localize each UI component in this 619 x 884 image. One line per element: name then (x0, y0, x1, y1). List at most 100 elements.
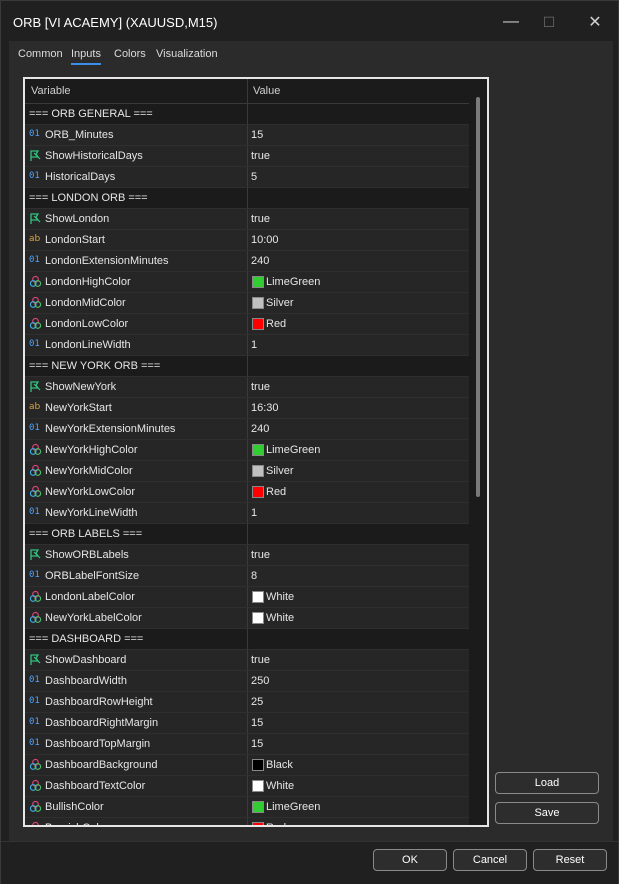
value-cell[interactable]: Silver (248, 461, 469, 481)
value-cell (248, 629, 469, 649)
input-row[interactable]: ShowNewYork true (25, 377, 469, 398)
input-row[interactable]: ab NewYorkStart 16:30 (25, 398, 469, 419)
input-row[interactable]: 01 NewYorkLineWidth 1 (25, 503, 469, 524)
column-header-variable[interactable]: Variable (31, 85, 71, 97)
input-row[interactable]: ShowORBLabels true (25, 545, 469, 566)
value-cell[interactable]: 250 (248, 671, 469, 691)
input-row[interactable]: 01 ORB_Minutes 15 (25, 125, 469, 146)
input-row[interactable]: 01 LondonLineWidth 1 (25, 335, 469, 356)
value-cell[interactable]: Silver (248, 293, 469, 313)
value-cell[interactable]: 15 (248, 734, 469, 754)
save-button[interactable]: Save (495, 802, 599, 824)
input-row[interactable]: 01 ORBLabelFontSize 8 (25, 566, 469, 587)
column-divider[interactable] (247, 79, 248, 103)
tab-inputs[interactable]: Inputs (71, 48, 101, 65)
section-header-row[interactable]: === ORB GENERAL === (25, 104, 469, 125)
minimize-icon[interactable]: — (493, 7, 529, 37)
input-row[interactable]: 01 DashboardWidth 250 (25, 671, 469, 692)
input-row[interactable]: NewYorkHighColor LimeGreen (25, 440, 469, 461)
input-row[interactable]: LondonLowColor Red (25, 314, 469, 335)
value-cell (248, 356, 469, 376)
value-cell[interactable]: 15 (248, 125, 469, 145)
value-text: Black (266, 759, 293, 771)
value-cell[interactable]: LimeGreen (248, 440, 469, 460)
input-row[interactable]: LondonMidColor Silver (25, 293, 469, 314)
section-header-row[interactable]: === ORB LABELS === (25, 524, 469, 545)
variable-cell: DashboardTextColor (25, 776, 248, 796)
tab-common[interactable]: Common (18, 48, 63, 60)
integer-type-icon: 01 (29, 339, 40, 349)
value-cell[interactable]: 8 (248, 566, 469, 586)
value-cell[interactable]: true (248, 377, 469, 397)
input-row[interactable]: ShowLondon true (25, 209, 469, 230)
dialog-footer: OK Cancel Reset (1, 841, 618, 884)
variable-cell: NewYorkLabelColor (25, 608, 248, 628)
color-swatch (252, 486, 264, 498)
input-row[interactable]: ShowHistoricalDays true (25, 146, 469, 167)
input-row[interactable]: 01 HistoricalDays 5 (25, 167, 469, 188)
input-row[interactable]: DashboardTextColor White (25, 776, 469, 797)
value-cell[interactable]: 1 (248, 503, 469, 523)
value-text: Silver (266, 297, 294, 309)
maximize-icon[interactable]: ☐ (531, 7, 567, 37)
value-cell[interactable]: 240 (248, 251, 469, 271)
value-cell[interactable]: Red (248, 818, 469, 825)
input-row[interactable]: 01 DashboardRightMargin 15 (25, 713, 469, 734)
close-icon[interactable]: ✕ (577, 7, 613, 37)
value-cell[interactable]: 240 (248, 419, 469, 439)
value-cell[interactable]: true (248, 146, 469, 166)
input-row[interactable]: LondonLabelColor White (25, 587, 469, 608)
input-row[interactable]: 01 NewYorkExtensionMinutes 240 (25, 419, 469, 440)
color-type-icon (29, 611, 42, 624)
input-row[interactable]: ShowDashboard true (25, 650, 469, 671)
value-cell[interactable]: true (248, 209, 469, 229)
tab-visualization[interactable]: Visualization (156, 48, 218, 60)
value-cell[interactable]: true (248, 650, 469, 670)
value-cell[interactable]: Red (248, 482, 469, 502)
variable-name: NewYorkLineWidth (45, 507, 138, 519)
value-cell[interactable]: Red (248, 314, 469, 334)
input-row[interactable]: NewYorkMidColor Silver (25, 461, 469, 482)
tab-colors[interactable]: Colors (114, 48, 146, 60)
value-cell[interactable]: 16:30 (248, 398, 469, 418)
input-row[interactable]: BullishColor LimeGreen (25, 797, 469, 818)
input-row[interactable]: 01 LondonExtensionMinutes 240 (25, 251, 469, 272)
value-cell[interactable]: true (248, 545, 469, 565)
ok-button[interactable]: OK (373, 849, 447, 871)
value-cell[interactable]: LimeGreen (248, 272, 469, 292)
input-row[interactable]: NewYorkLowColor Red (25, 482, 469, 503)
variable-cell: 01 HistoricalDays (25, 167, 248, 187)
section-header-row[interactable]: === NEW YORK ORB === (25, 356, 469, 377)
input-row[interactable]: ab LondonStart 10:00 (25, 230, 469, 251)
value-cell[interactable]: 5 (248, 167, 469, 187)
section-header-row[interactable]: === LONDON ORB === (25, 188, 469, 209)
value-cell[interactable]: White (248, 587, 469, 607)
input-row[interactable]: BearishColor Red (25, 818, 469, 825)
cancel-button[interactable]: Cancel (453, 849, 527, 871)
value-cell[interactable]: 10:00 (248, 230, 469, 250)
value-cell (248, 188, 469, 208)
input-row[interactable]: LondonHighColor LimeGreen (25, 272, 469, 293)
value-cell[interactable]: White (248, 608, 469, 628)
value-cell[interactable]: Black (248, 755, 469, 775)
input-row[interactable]: 01 DashboardRowHeight 25 (25, 692, 469, 713)
variable-name: BearishColor (45, 822, 109, 825)
color-swatch (252, 591, 264, 603)
column-header-value[interactable]: Value (253, 85, 280, 97)
variable-cell: NewYorkMidColor (25, 461, 248, 481)
grid-scrollbar[interactable] (476, 97, 480, 497)
value-cell[interactable]: 1 (248, 335, 469, 355)
input-row[interactable]: NewYorkLabelColor White (25, 608, 469, 629)
variable-cell: 01 LondonLineWidth (25, 335, 248, 355)
value-cell[interactable]: LimeGreen (248, 797, 469, 817)
input-row[interactable]: 01 DashboardTopMargin 15 (25, 734, 469, 755)
value-cell[interactable]: White (248, 776, 469, 796)
reset-button[interactable]: Reset (533, 849, 607, 871)
value-cell[interactable]: 25 (248, 692, 469, 712)
input-row[interactable]: DashboardBackground Black (25, 755, 469, 776)
section-header-row[interactable]: === DASHBOARD === (25, 629, 469, 650)
value-text: 15 (251, 717, 264, 729)
load-button[interactable]: Load (495, 772, 599, 794)
value-cell[interactable]: 15 (248, 713, 469, 733)
value-text: Red (266, 318, 287, 330)
